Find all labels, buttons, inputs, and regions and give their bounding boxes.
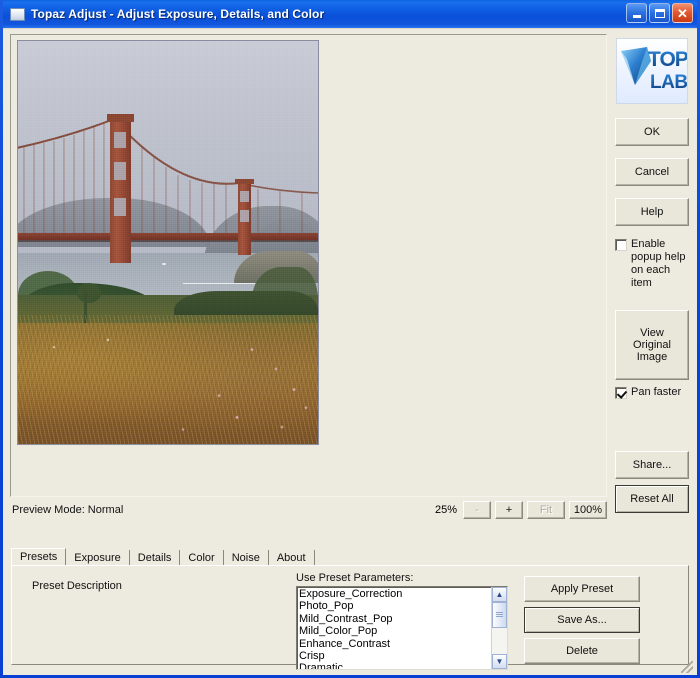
zoom-fit-button[interactable]: Fit <box>527 501 565 519</box>
delete-button[interactable]: Delete <box>524 638 640 664</box>
scroll-down-button[interactable]: ▼ <box>492 654 507 669</box>
tab-bar: Presets Exposure Details Color Noise Abo… <box>11 548 689 566</box>
preview-area: Preview Mode: Normal 25% - + Fit 100% <box>10 34 607 521</box>
list-item[interactable]: Mild_Contrast_Pop <box>299 613 491 625</box>
application-window: Topaz Adjust - Adjust Exposure, Details,… <box>0 0 700 678</box>
maximize-icon <box>654 8 665 18</box>
app-window-icon <box>10 7 25 21</box>
help-button[interactable]: Help <box>615 198 689 226</box>
apply-preset-button[interactable]: Apply Preset <box>524 576 640 602</box>
list-item[interactable]: Exposure_Correction <box>299 588 491 600</box>
tab-noise[interactable]: Noise <box>224 550 269 566</box>
use-preset-parameters-label: Use Preset Parameters: <box>296 572 414 584</box>
save-as-button[interactable]: Save As... <box>524 607 640 633</box>
list-item[interactable]: Dramatic <box>299 662 491 669</box>
share-button[interactable]: Share... <box>615 451 689 479</box>
title-bar: Topaz Adjust - Adjust Exposure, Details,… <box>3 0 697 28</box>
preview-status-bar: Preview Mode: Normal 25% - + Fit 100% <box>10 499 607 521</box>
chevron-up-icon: ▲ <box>495 589 504 599</box>
tab-color[interactable]: Color <box>180 550 224 566</box>
client-area: Preview Mode: Normal 25% - + Fit 100% TO… <box>3 28 697 675</box>
chevron-down-icon: ▼ <box>495 656 504 666</box>
preview-mode-label: Preview Mode: Normal <box>12 504 124 516</box>
zoom-in-button[interactable]: + <box>495 501 523 519</box>
preset-list-scrollbar[interactable]: ▲ ▼ <box>491 587 507 669</box>
close-button[interactable]: ✕ <box>672 3 693 23</box>
zoom-100-button[interactable]: 100% <box>569 501 607 519</box>
svg-text:LABS: LABS <box>650 72 688 93</box>
ok-button[interactable]: OK <box>615 118 689 146</box>
preset-list-items: Exposure_Correction Photo_Pop Mild_Contr… <box>297 587 491 669</box>
preset-description-label: Preset Description <box>32 580 122 592</box>
zoom-out-button[interactable]: - <box>463 501 491 519</box>
tab-about[interactable]: About <box>269 550 315 566</box>
minimize-button[interactable] <box>626 3 647 23</box>
scrollbar-track[interactable] <box>492 602 507 654</box>
list-item[interactable]: Enhance_Contrast <box>299 638 491 650</box>
zoom-level-value: 25% <box>434 504 457 516</box>
preset-actions: Apply Preset Save As... Delete <box>524 576 642 669</box>
maximize-button[interactable] <box>649 3 670 23</box>
cancel-button[interactable]: Cancel <box>615 158 689 186</box>
minimize-icon <box>632 15 641 18</box>
list-item[interactable]: Crisp <box>299 650 491 662</box>
resize-grip[interactable] <box>681 661 693 673</box>
scroll-up-button[interactable]: ▲ <box>492 587 507 602</box>
zoom-controls: 25% - + Fit 100% <box>435 501 607 519</box>
preset-parameters-group: Use Preset Parameters: Exposure_Correcti… <box>296 572 508 670</box>
photo-grain <box>18 41 318 444</box>
tab-details[interactable]: Details <box>130 550 181 566</box>
pan-faster-checkbox-row[interactable]: Pan faster <box>613 386 691 399</box>
enable-popup-help-label: Enable popup help on each item <box>631 238 686 289</box>
tab-exposure[interactable]: Exposure <box>66 550 130 566</box>
enable-popup-help-checkbox[interactable] <box>615 239 627 251</box>
window-title: Topaz Adjust - Adjust Exposure, Details,… <box>31 7 325 21</box>
topaz-gem-icon: TOPAZ LABS <box>621 47 688 93</box>
topaz-labs-logo: TOPAZ LABS <box>616 38 688 104</box>
list-item[interactable]: Mild_Color_Pop <box>299 625 491 637</box>
presets-panel: Preset Description Use Preset Parameters… <box>11 565 689 670</box>
preset-listbox[interactable]: Exposure_Correction Photo_Pop Mild_Contr… <box>296 586 508 670</box>
scrollbar-thumb[interactable] <box>492 602 507 628</box>
enable-popup-help-checkbox-row[interactable]: Enable popup help on each item <box>613 238 691 290</box>
tab-presets[interactable]: Presets <box>11 548 67 566</box>
preview-image[interactable] <box>18 41 318 444</box>
svg-text:TOPAZ: TOPAZ <box>648 48 688 71</box>
reset-all-button[interactable]: Reset All <box>615 485 689 513</box>
sidebar: TOPAZ LABS OK Cancel Help Enable popup h… <box>611 34 693 544</box>
window-controls: ✕ <box>626 3 693 23</box>
list-item[interactable]: Photo_Pop <box>299 600 491 612</box>
pan-faster-label: Pan faster <box>631 386 682 398</box>
close-icon: ✕ <box>677 5 688 21</box>
preview-canvas[interactable] <box>10 34 607 497</box>
pan-faster-checkbox[interactable] <box>615 387 627 399</box>
view-original-image-button[interactable]: View Original Image <box>615 310 689 380</box>
